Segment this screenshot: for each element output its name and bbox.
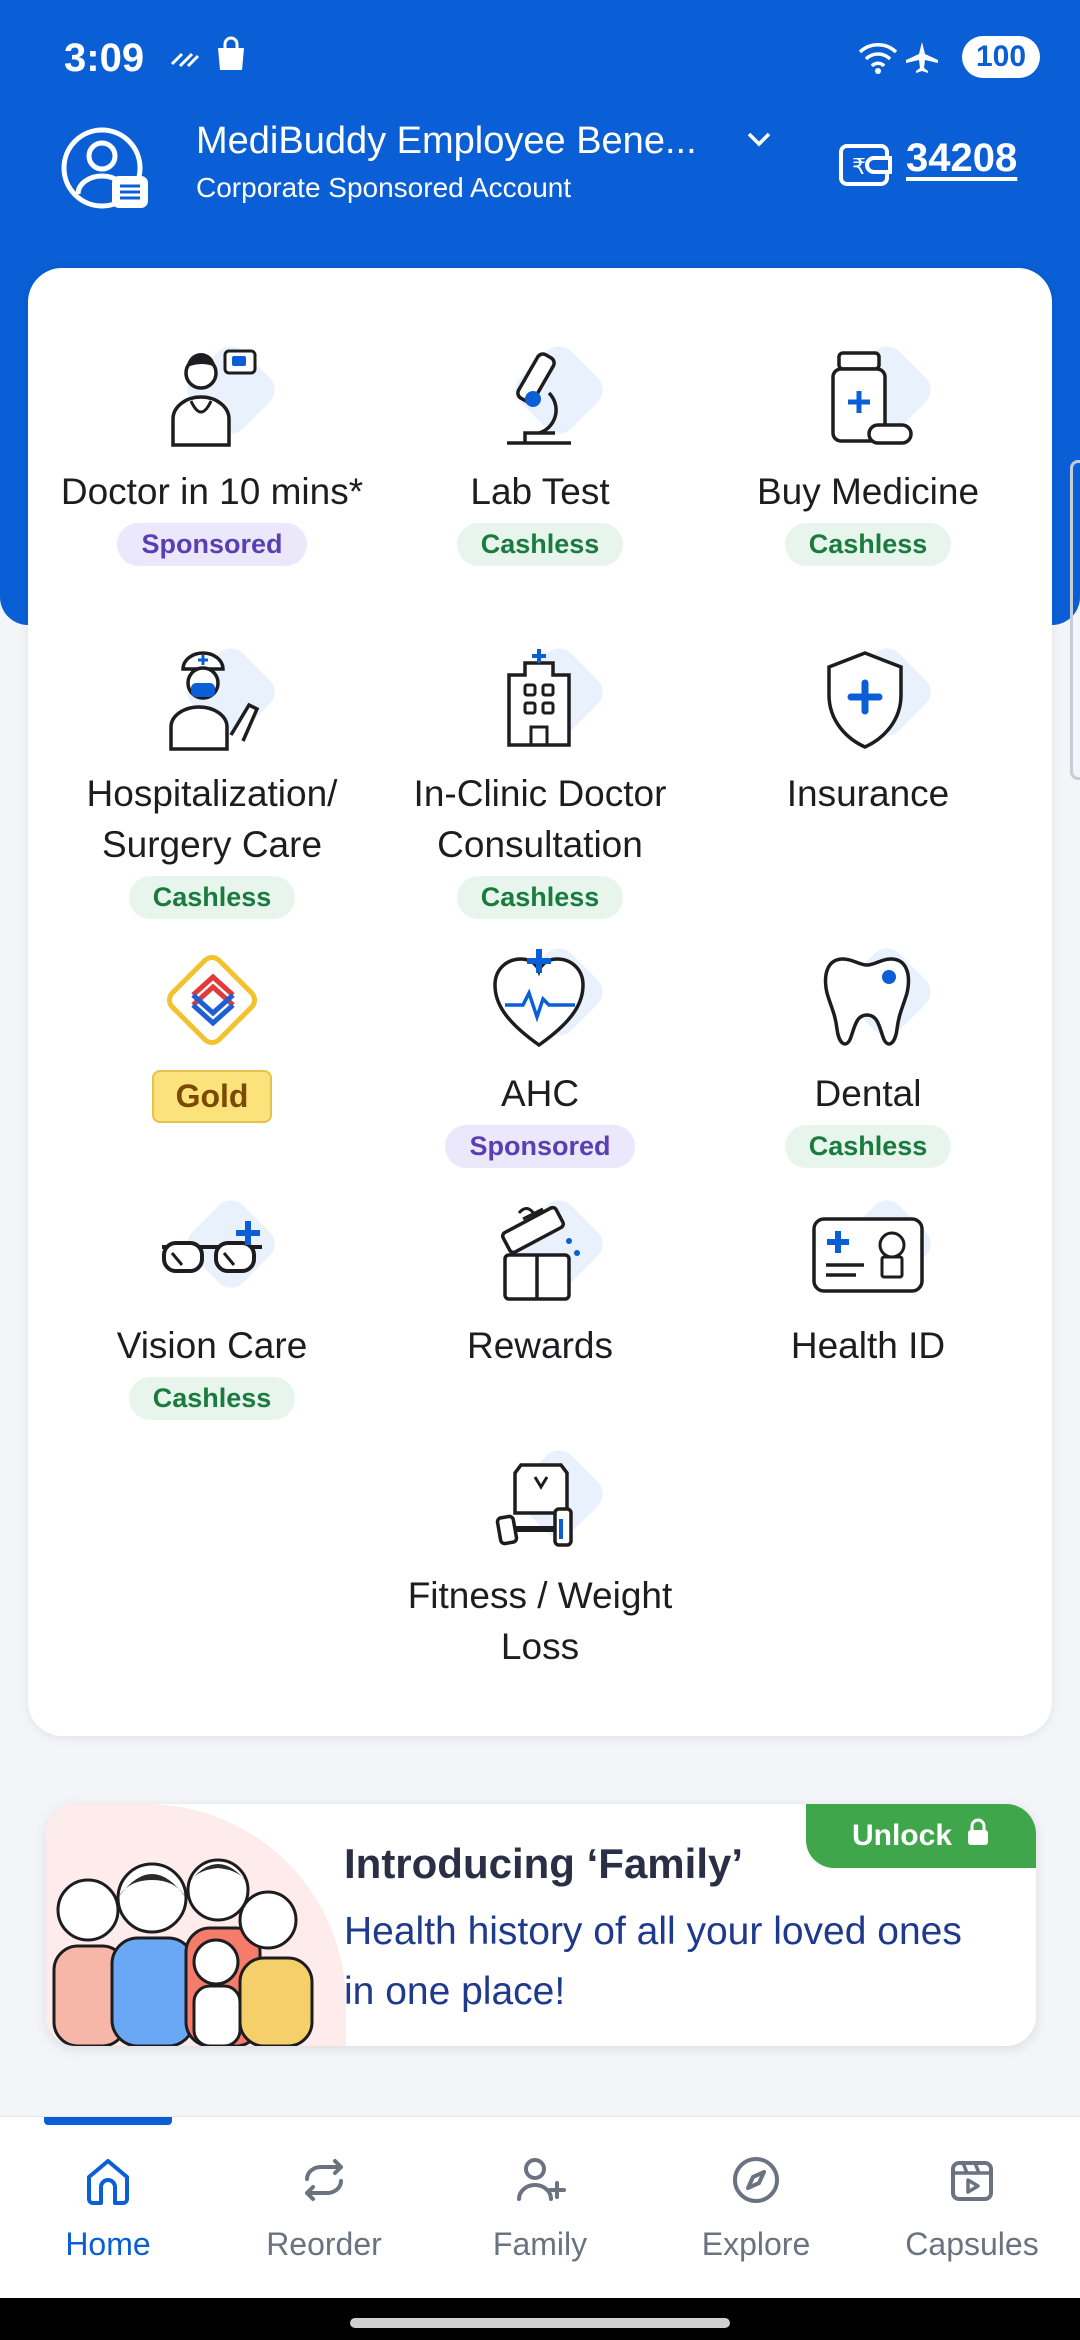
add-person-icon	[513, 2153, 567, 2212]
shield-icon	[793, 640, 943, 760]
status-bar: 3:09 100	[0, 0, 1080, 118]
service-in-clinic-consultation[interactable]: In-Clinic Doctor Consultation Cashless	[370, 640, 710, 919]
service-label: Dental	[814, 1073, 922, 1114]
hospital-icon	[465, 640, 615, 760]
service-label: AHC	[500, 1073, 580, 1114]
nav-label: Reorder	[266, 2226, 382, 2262]
cashless-badge: Cashless	[456, 523, 624, 566]
nav-label: Home	[65, 2226, 151, 2262]
service-buy-medicine[interactable]: Buy Medicine Cashless	[698, 338, 1038, 566]
profile-avatar-icon[interactable]	[56, 122, 156, 212]
glasses-icon	[137, 1192, 287, 1312]
id-card-icon	[793, 1192, 943, 1312]
reorder-icon	[297, 2153, 351, 2212]
gesture-handle[interactable]	[350, 2318, 730, 2328]
banner-title: Introducing ‘Family’	[344, 1840, 744, 1887]
service-hospitalization[interactable]: Hospitalization/ Surgery Care Cashless	[42, 640, 382, 919]
account-name[interactable]: MediBuddy Employee Bene...	[196, 120, 697, 163]
service-label: Doctor in 10 mins*	[60, 471, 364, 512]
video-icon	[945, 2153, 999, 2212]
nav-label: Explore	[701, 2226, 811, 2262]
service-vision-care[interactable]: Vision Care Cashless	[42, 1192, 382, 1420]
wallet-icon[interactable]: ₹	[838, 138, 894, 193]
service-label: Vision Care	[116, 1325, 308, 1366]
service-fitness[interactable]: Fitness / Weight Loss	[370, 1442, 710, 1672]
cashless-badge: Cashless	[784, 523, 952, 566]
airplane-icon	[904, 40, 940, 79]
surgeon-icon	[137, 640, 287, 760]
service-dental[interactable]: Dental Cashless	[698, 940, 1038, 1168]
account-type: Corporate Sponsored Account	[196, 172, 572, 203]
service-lab-test[interactable]: Lab Test Cashless	[370, 338, 710, 566]
wallet-balance[interactable]: 34208	[906, 136, 1017, 181]
chevron-down-icon[interactable]	[744, 126, 774, 157]
family-banner[interactable]: Unlock Introducing ‘Family’ Health histo…	[46, 1804, 1036, 2046]
account-header[interactable]: MediBuddy Employee Bene... Corporate Spo…	[0, 118, 1080, 258]
service-rewards[interactable]: Rewards	[370, 1192, 710, 1371]
dumbbell-icon	[465, 1442, 615, 1562]
cashless-badge: Cashless	[128, 1377, 296, 1420]
gift-icon	[465, 1192, 615, 1312]
nav-family[interactable]: Family	[432, 2153, 648, 2263]
active-tab-indicator	[44, 2117, 172, 2125]
service-label: Rewards	[467, 1325, 613, 1366]
status-time: 3:09	[64, 36, 145, 80]
service-label: Health ID	[790, 1325, 946, 1366]
bottom-navigation: Home Reorder Family Explore Capsules	[0, 2116, 1080, 2298]
service-gold[interactable]: Gold	[42, 940, 382, 1123]
doctor-icon	[137, 338, 287, 458]
banner-description: Health history of all your loved ones in…	[344, 1910, 962, 2013]
battery-indicator: 100	[962, 36, 1040, 78]
tooth-icon	[793, 940, 943, 1060]
shopping-bag-icon	[214, 36, 248, 77]
unlock-button[interactable]: Unlock	[806, 1804, 1036, 1868]
gold-badge: Gold	[151, 1070, 273, 1123]
svg-text:₹: ₹	[852, 155, 866, 180]
service-label: Buy Medicine	[756, 471, 980, 512]
lock-icon	[966, 1818, 990, 1854]
home-icon	[81, 2153, 135, 2212]
services-grid: Doctor in 10 mins* Sponsored Lab Test Ca…	[28, 268, 1052, 1736]
nav-explore[interactable]: Explore	[648, 2153, 864, 2263]
microscope-icon	[465, 338, 615, 458]
unlock-label: Unlock	[851, 1819, 953, 1852]
wifi-icon	[856, 40, 900, 79]
nav-capsules[interactable]: Capsules	[864, 2153, 1080, 2263]
sponsored-badge: Sponsored	[117, 523, 307, 566]
scroll-indicator	[1070, 460, 1080, 780]
service-label: In-Clinic Doctor Consultation	[413, 773, 667, 865]
compass-icon	[729, 2153, 783, 2212]
service-label: Hospitalization/ Surgery Care	[86, 773, 338, 865]
cashless-badge: Cashless	[128, 876, 296, 919]
nav-label: Family	[492, 2226, 588, 2262]
service-label: Insurance	[786, 773, 950, 814]
service-health-id[interactable]: Health ID	[698, 1192, 1038, 1371]
heart-icon	[465, 940, 615, 1060]
family-illustration-icon	[52, 1858, 314, 2046]
nav-label: Capsules	[905, 2226, 1039, 2262]
cashless-badge: Cashless	[784, 1125, 952, 1168]
nav-reorder[interactable]: Reorder	[216, 2153, 432, 2263]
nav-home[interactable]: Home	[0, 2153, 216, 2263]
service-label: Fitness / Weight Loss	[407, 1575, 673, 1667]
medicine-icon	[793, 338, 943, 458]
cashless-badge: Cashless	[456, 876, 624, 919]
service-doctor-in-10-mins[interactable]: Doctor in 10 mins* Sponsored	[42, 338, 382, 566]
service-ahc[interactable]: AHC Sponsored	[370, 940, 710, 1168]
service-insurance[interactable]: Insurance	[698, 640, 1038, 819]
gold-logo-icon	[137, 940, 287, 1060]
service-label: Lab Test	[470, 471, 610, 512]
network-activity-icon	[168, 40, 202, 75]
sponsored-badge: Sponsored	[445, 1125, 635, 1168]
